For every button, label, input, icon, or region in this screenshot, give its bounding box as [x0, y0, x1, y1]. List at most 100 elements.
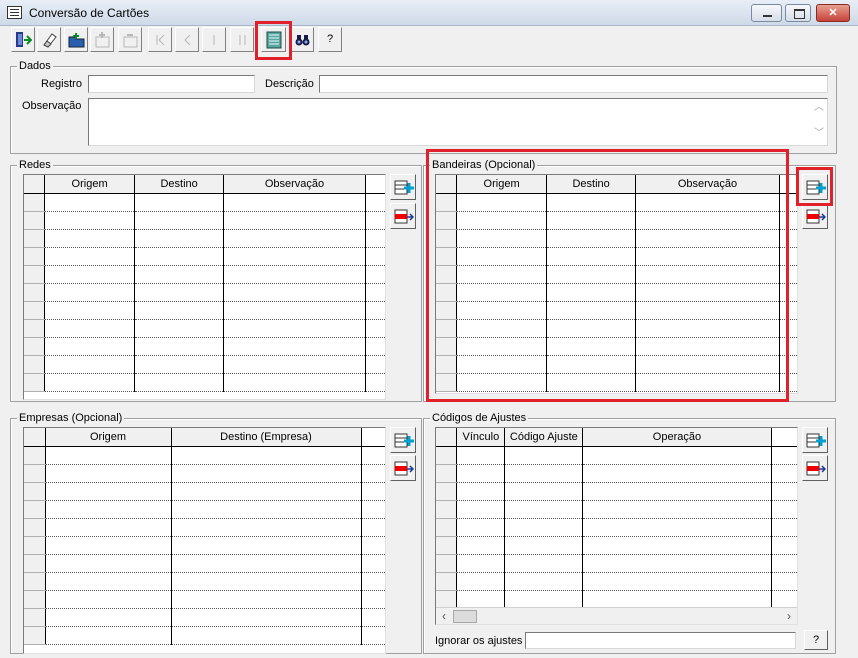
table-cell[interactable]: [582, 536, 772, 555]
row-indicator[interactable]: [436, 265, 458, 284]
row-indicator[interactable]: [436, 536, 458, 555]
table-cell[interactable]: [44, 229, 135, 248]
eraser-button[interactable]: [37, 27, 61, 52]
row-indicator[interactable]: [24, 608, 46, 627]
add-record-button[interactable]: [90, 27, 114, 52]
table-cell[interactable]: [546, 301, 637, 320]
table-cell[interactable]: [171, 500, 362, 519]
table-cell[interactable]: [456, 301, 547, 320]
table-cell[interactable]: [546, 319, 637, 338]
table-cell[interactable]: [504, 446, 584, 465]
scroll-up-icon[interactable]: ︿: [812, 100, 826, 122]
table-cell[interactable]: [44, 265, 135, 284]
table-cell[interactable]: [456, 247, 547, 266]
column-header-observacao[interactable]: Observação: [223, 175, 366, 194]
table-cell[interactable]: [456, 211, 547, 230]
table-row[interactable]: [24, 283, 385, 302]
observacao-textarea[interactable]: [88, 98, 828, 146]
row-indicator[interactable]: [436, 337, 458, 356]
table-cell[interactable]: [44, 355, 135, 374]
bandeiras-grid[interactable]: Origem Destino Observação: [435, 174, 798, 394]
table-cell[interactable]: [546, 337, 637, 356]
row-indicator[interactable]: [436, 229, 458, 248]
table-row[interactable]: [24, 500, 385, 519]
table-cell[interactable]: [582, 464, 772, 483]
table-cell[interactable]: [134, 337, 225, 356]
table-cell[interactable]: [134, 355, 225, 374]
table-cell[interactable]: [635, 229, 780, 248]
row-indicator[interactable]: [436, 211, 458, 230]
table-cell[interactable]: [456, 319, 547, 338]
row-indicator[interactable]: [436, 464, 458, 483]
row-indicator[interactable]: [436, 283, 458, 302]
row-indicator[interactable]: [24, 518, 46, 537]
row-indicator[interactable]: [24, 446, 46, 465]
row-indicator[interactable]: [24, 626, 46, 645]
empresas-grid[interactable]: Origem Destino (Empresa): [23, 427, 386, 654]
table-cell[interactable]: [223, 283, 366, 302]
close-button[interactable]: [816, 4, 850, 22]
table-row[interactable]: [24, 608, 385, 627]
table-cell[interactable]: [44, 301, 135, 320]
table-cell[interactable]: [134, 373, 225, 392]
table-row[interactable]: [436, 247, 797, 266]
table-cell[interactable]: [504, 590, 584, 609]
table-cell[interactable]: [44, 319, 135, 338]
table-row[interactable]: [436, 482, 797, 501]
table-cell[interactable]: [134, 301, 225, 320]
table-cell[interactable]: [171, 464, 362, 483]
table-cell[interactable]: [223, 355, 366, 374]
table-cell[interactable]: [635, 373, 780, 392]
exit-button[interactable]: [11, 27, 35, 52]
table-cell[interactable]: [546, 247, 637, 266]
descricao-input[interactable]: [319, 75, 828, 93]
table-cell[interactable]: [456, 500, 506, 519]
table-cell[interactable]: [582, 446, 772, 465]
table-cell[interactable]: [134, 193, 225, 212]
table-cell[interactable]: [44, 373, 135, 392]
table-cell[interactable]: [134, 247, 225, 266]
table-row[interactable]: [436, 355, 797, 374]
table-cell[interactable]: [45, 590, 172, 609]
table-row[interactable]: [436, 464, 797, 483]
observacao-scrollbar[interactable]: ︿ ﹀: [812, 100, 826, 144]
table-cell[interactable]: [546, 283, 637, 302]
table-row[interactable]: [24, 193, 385, 212]
row-indicator[interactable]: [436, 319, 458, 338]
table-cell[interactable]: [582, 500, 772, 519]
row-indicator[interactable]: [24, 229, 46, 248]
table-cell[interactable]: [45, 482, 172, 501]
table-cell[interactable]: [546, 355, 637, 374]
table-cell[interactable]: [45, 572, 172, 591]
empresas-remove-row-button[interactable]: [390, 455, 416, 481]
empresas-add-row-button[interactable]: [390, 427, 416, 453]
column-header-vinculo[interactable]: Vínculo: [456, 428, 506, 447]
table-row[interactable]: [436, 229, 797, 248]
table-row[interactable]: [24, 211, 385, 230]
table-cell[interactable]: [504, 572, 584, 591]
table-cell[interactable]: [171, 482, 362, 501]
row-indicator[interactable]: [24, 193, 46, 212]
table-cell[interactable]: [171, 518, 362, 537]
row-indicator[interactable]: [24, 337, 46, 356]
table-row[interactable]: [24, 446, 385, 465]
row-indicator[interactable]: [24, 319, 46, 338]
help-button[interactable]: ?: [318, 27, 342, 52]
table-cell[interactable]: [456, 554, 506, 573]
column-header-origem[interactable]: Origem: [45, 428, 172, 447]
table-cell[interactable]: [171, 572, 362, 591]
row-indicator[interactable]: [24, 482, 46, 501]
table-cell[interactable]: [45, 518, 172, 537]
scroll-down-icon[interactable]: ﹀: [812, 122, 826, 144]
ignorar-ajustes-help-button[interactable]: ?: [804, 630, 828, 650]
table-cell[interactable]: [504, 482, 584, 501]
bandeiras-remove-row-button[interactable]: [802, 203, 828, 229]
table-cell[interactable]: [44, 193, 135, 212]
table-cell[interactable]: [456, 518, 506, 537]
table-cell[interactable]: [456, 590, 506, 609]
column-header-codigo-ajuste[interactable]: Código Ajuste: [504, 428, 584, 447]
table-row[interactable]: [24, 247, 385, 266]
table-cell[interactable]: [44, 211, 135, 230]
table-row[interactable]: [24, 301, 385, 320]
row-indicator[interactable]: [24, 211, 46, 230]
